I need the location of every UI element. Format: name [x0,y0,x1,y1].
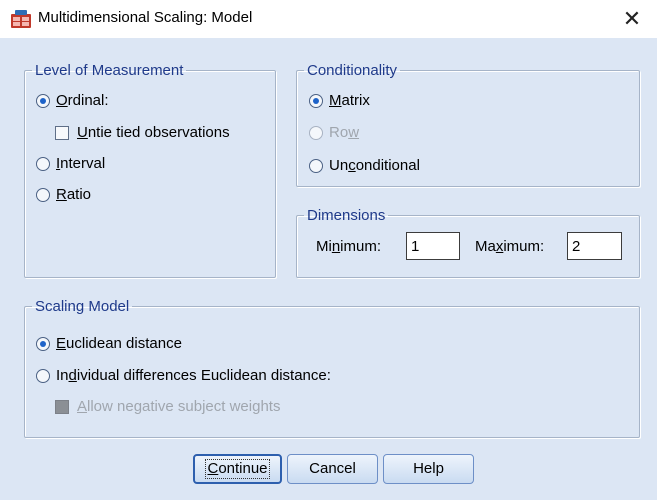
ratio-radio[interactable]: Ratio [36,186,91,203]
euclidean-distance-radio[interactable]: Euclidean distance [36,335,182,352]
help-button[interactable]: Help [383,454,474,484]
ratio-label: Ratio [56,186,92,203]
unconditional-radio-button[interactable] [309,158,323,173]
continue-button[interactable]: Continue [193,454,282,484]
maximum-input[interactable] [567,232,622,260]
level-of-measurement-legend: Level of Measurement [35,62,184,79]
unconditional-radio[interactable]: Unconditional [309,157,420,174]
allow-negative-checkbox-box [55,399,69,414]
untie-checkbox-box[interactable] [55,125,69,140]
row-label: Row [329,124,360,141]
matrix-radio-button[interactable] [309,93,323,108]
window-title: Multidimensional Scaling: Model [38,9,253,26]
interval-radio-button[interactable] [36,156,50,171]
untie-label: Untie tied observations [77,124,230,141]
matrix-radio[interactable]: Matrix [309,92,370,109]
individual-differences-radio[interactable]: Individual differences Euclidean distanc… [36,367,331,384]
continue-label: Continue [205,459,270,479]
interval-radio[interactable]: Interval [36,155,105,172]
dimensions-legend: Dimensions [307,207,386,224]
allow-negative-weights-checkbox: Allow negative subject weights [55,398,280,415]
individual-differences-radio-button[interactable] [36,368,50,383]
unconditional-label: Unconditional [329,157,420,174]
conditionality-legend: Conditionality [307,62,398,79]
matrix-label: Matrix [329,92,370,109]
untie-tied-observations-checkbox[interactable]: Untie tied observations [55,124,230,141]
row-radio: Row [309,124,359,141]
ordinal-label: Ordinal: [56,92,109,109]
ordinal-radio-button[interactable] [36,93,50,108]
individual-differences-label: Individual differences Euclidean distanc… [56,367,331,384]
ordinal-radio[interactable]: Ordinal: [36,92,109,109]
maximum-label: Maximum: [475,238,545,255]
scaling-model-legend: Scaling Model [35,298,130,315]
row-radio-button [309,125,323,140]
ratio-radio-button[interactable] [36,187,50,202]
interval-label: Interval [56,155,106,172]
close-icon[interactable]: ✕ [617,4,647,34]
euclidean-label: Euclidean distance [56,335,182,352]
euclidean-radio-button[interactable] [36,336,50,351]
minimum-input[interactable] [406,232,460,260]
minimum-label: Minimum: [316,238,382,255]
cancel-button[interactable]: Cancel [287,454,378,484]
title-bar: Multidimensional Scaling: Model ✕ [0,0,657,38]
allow-negative-label: Allow negative subject weights [77,398,281,415]
spss-dialog-icon [11,10,31,28]
